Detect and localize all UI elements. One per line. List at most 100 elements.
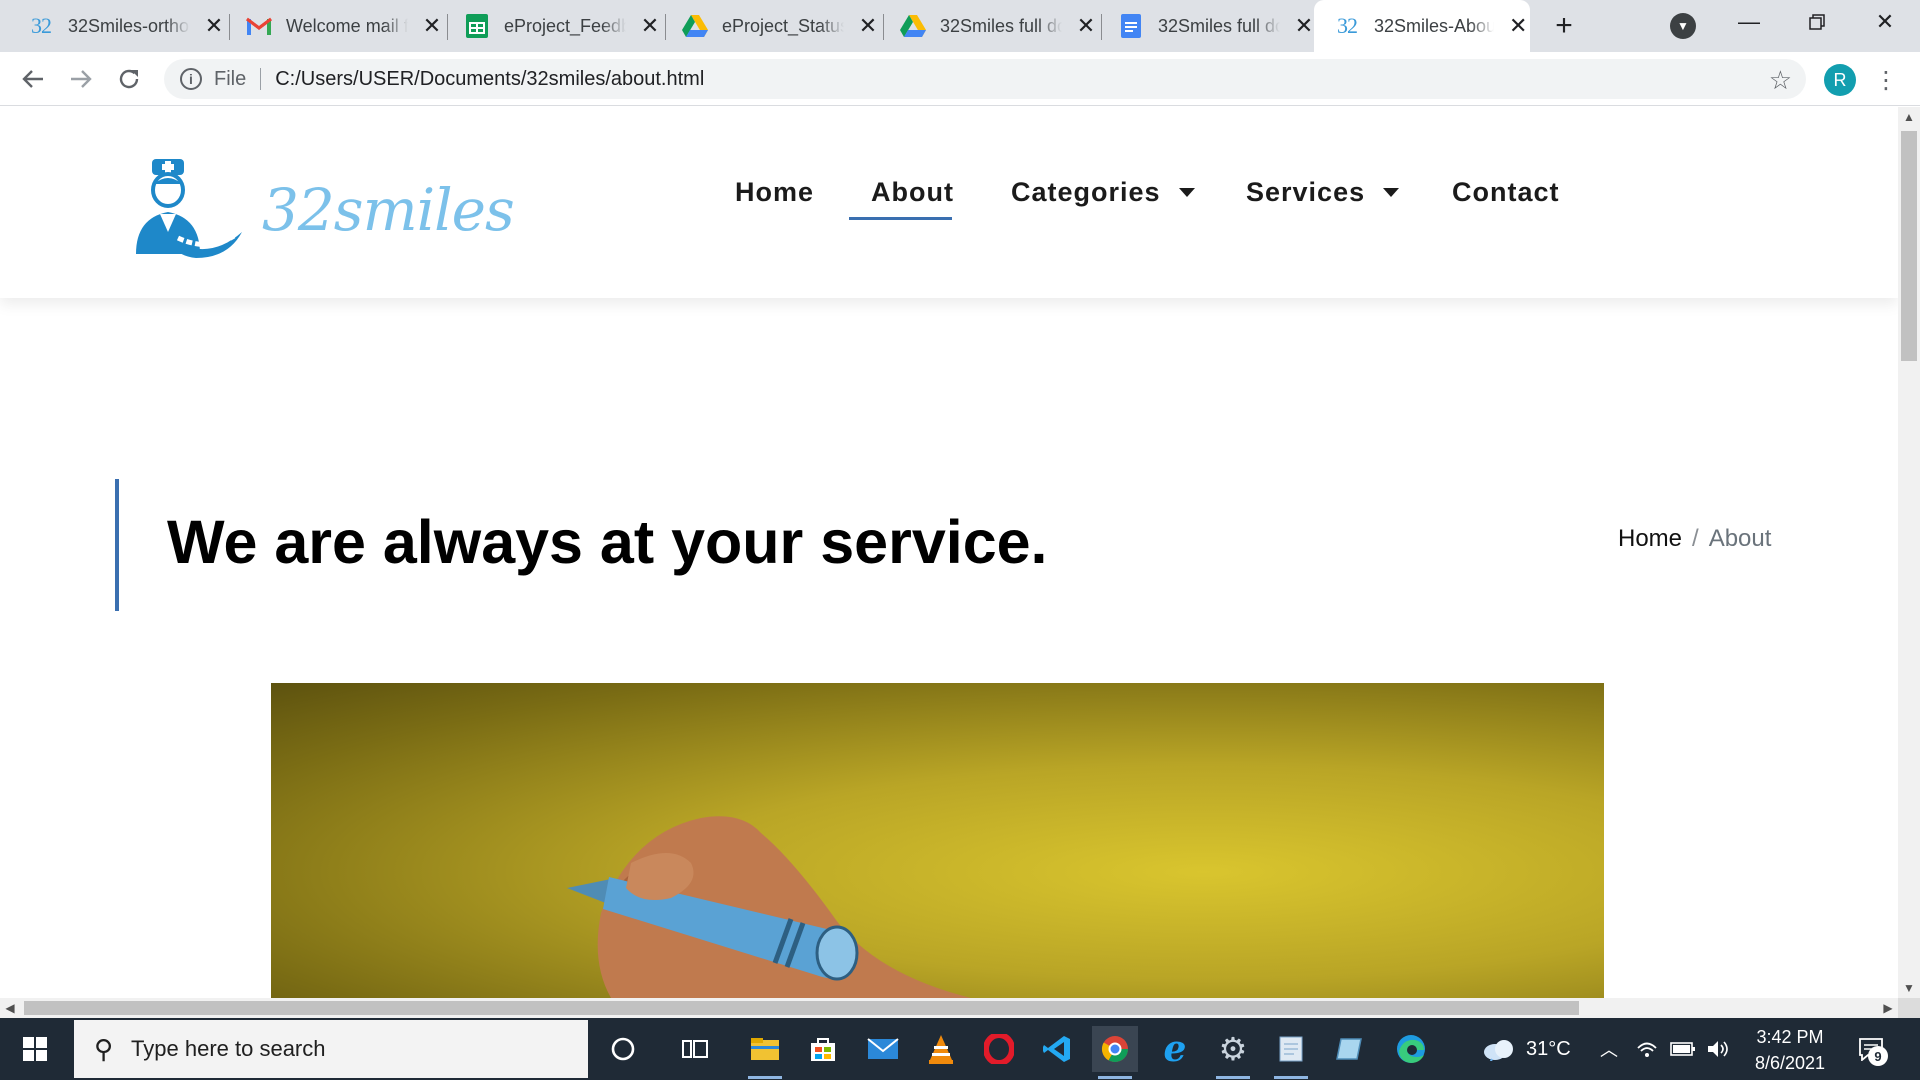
smiles-favicon-icon: 32: [1337, 13, 1358, 38]
vlc-icon[interactable]: [918, 1026, 964, 1072]
horizontal-scrollbar[interactable]: ◀ ▶: [0, 998, 1898, 1018]
breadcrumb-separator: /: [1692, 525, 1699, 552]
docs-icon: [1118, 13, 1144, 39]
scroll-down-arrow-icon[interactable]: ▼: [1898, 978, 1920, 998]
nav-contact[interactable]: Contact: [1452, 177, 1560, 208]
bookmark-star-icon[interactable]: ☆: [1769, 65, 1792, 96]
vertical-scrollbar[interactable]: ▲ ▼: [1898, 107, 1920, 998]
active-nav-indicator: [849, 217, 952, 220]
notepad-icon[interactable]: [1268, 1026, 1314, 1079]
browser-tab-active[interactable]: 32 32Smiles-About ✕: [1314, 0, 1530, 52]
internet-explorer-icon[interactable]: e: [1152, 1026, 1198, 1072]
close-icon[interactable]: ✕: [1506, 13, 1530, 38]
site-logo[interactable]: 32smiles: [130, 154, 515, 264]
search-placeholder: Type here to search: [131, 1036, 326, 1061]
nav-services[interactable]: Services: [1246, 177, 1400, 208]
forward-button[interactable]: [64, 62, 98, 96]
volume-icon[interactable]: [1706, 1018, 1730, 1080]
browser-toolbar: i File C:/Users/USER/Documents/32smiles/…: [0, 52, 1920, 106]
gmail-icon: [246, 13, 272, 39]
windows-taskbar: ⚲ Type here to search e ⚙ 31°C ︿ 3:42 PM…: [0, 1018, 1920, 1080]
mail-icon[interactable]: [860, 1026, 906, 1072]
reload-button[interactable]: [112, 62, 146, 96]
scroll-right-arrow-icon[interactable]: ▶: [1878, 998, 1898, 1018]
tab-title: 32Smiles full doc: [1158, 15, 1280, 36]
notification-count-badge: 9: [1868, 1046, 1888, 1066]
about-video[interactable]: [271, 683, 1604, 998]
site-header: 32smiles Home About Categories Services …: [0, 107, 1898, 298]
page-title: We are always at your service.: [167, 508, 1048, 576]
file-explorer-icon[interactable]: [742, 1026, 788, 1079]
edge-icon[interactable]: [1388, 1026, 1434, 1072]
breadcrumb: Home / About: [1618, 525, 1771, 553]
wifi-icon[interactable]: [1636, 1018, 1658, 1080]
breadcrumb-current: About: [1708, 525, 1772, 552]
browser-tab[interactable]: Welcome mail from ✕: [218, 0, 448, 52]
breadcrumb-home-link[interactable]: Home: [1618, 525, 1682, 552]
weather-widget[interactable]: 31°C: [1482, 1018, 1571, 1080]
back-button[interactable]: [16, 62, 50, 96]
microsoft-store-icon[interactable]: [800, 1026, 846, 1072]
smiles-favicon-icon: 32: [31, 13, 52, 38]
hand-with-crayon-image: [567, 816, 971, 998]
settings-gear-icon[interactable]: ⚙: [1210, 1026, 1256, 1079]
dentist-logo-icon: [136, 159, 242, 258]
nav-categories[interactable]: Categories: [1011, 177, 1195, 208]
drive-icon: [900, 13, 926, 39]
browser-tab[interactable]: 32 32Smiles-orthodontist ✕: [0, 0, 230, 52]
nav-home[interactable]: Home: [735, 177, 814, 208]
action-center-icon[interactable]: 9: [1854, 1032, 1888, 1066]
battery-icon[interactable]: [1670, 1018, 1696, 1080]
chevron-down-icon: [1383, 188, 1400, 197]
close-window-button[interactable]: ✕: [1850, 0, 1920, 44]
taskbar-search-input[interactable]: ⚲ Type here to search: [74, 1020, 588, 1078]
browser-tab[interactable]: eProject_Status ✕: [654, 0, 884, 52]
restore-button[interactable]: [1782, 0, 1852, 44]
nav-about[interactable]: About: [871, 177, 954, 208]
logo-text: 32smiles: [262, 176, 515, 244]
browser-tab[interactable]: 32Smiles full doc ✕: [872, 0, 1102, 52]
horizontal-scroll-thumb[interactable]: [24, 1001, 1579, 1015]
system-clock[interactable]: 3:42 PM 8/6/2021: [1740, 1024, 1840, 1076]
task-view-icon[interactable]: [672, 1026, 718, 1072]
cortana-icon[interactable]: [600, 1026, 646, 1072]
vertical-scroll-thumb[interactable]: [1901, 131, 1917, 361]
opera-icon[interactable]: [976, 1026, 1022, 1072]
page-viewport: 32smiles Home About Categories Services …: [0, 107, 1898, 998]
tab-search-icon[interactable]: ▼: [1670, 13, 1696, 39]
minimize-button[interactable]: —: [1714, 0, 1784, 44]
tab-title: 32Smiles-About: [1374, 15, 1495, 36]
url-text[interactable]: C:/Users/USER/Documents/32smiles/about.h…: [275, 68, 704, 91]
tab-title: eProject_Status: [722, 15, 844, 36]
chrome-icon[interactable]: [1092, 1026, 1138, 1079]
browser-tab[interactable]: eProject_Feedback ✕: [436, 0, 666, 52]
tab-title: eProject_Feedback: [504, 15, 626, 36]
browser-tab[interactable]: 32Smiles full doc ✕: [1090, 0, 1320, 52]
tab-title: 32Smiles-orthodontist: [68, 15, 190, 36]
url-scheme-label: File: [214, 67, 247, 90]
cloud-icon: [1484, 1040, 1513, 1061]
clock-date: 8/6/2021: [1754, 1053, 1826, 1073]
drive-icon: [682, 13, 708, 39]
windows-start-button[interactable]: [0, 1018, 70, 1080]
new-tab-button[interactable]: +: [1548, 9, 1580, 42]
weather-temperature: 31°C: [1526, 1037, 1571, 1060]
chevron-down-icon: [1178, 188, 1195, 197]
close-icon[interactable]: ✕: [1292, 13, 1316, 38]
scroll-left-arrow-icon[interactable]: ◀: [0, 998, 20, 1018]
vscode-icon[interactable]: [1034, 1026, 1080, 1072]
show-hidden-icons-icon[interactable]: ︿: [1600, 1018, 1618, 1080]
profile-avatar[interactable]: R: [1824, 64, 1856, 96]
address-bar[interactable]: i File C:/Users/USER/Documents/32smiles/…: [164, 59, 1806, 99]
notes-app-icon[interactable]: [1326, 1026, 1372, 1072]
windows-logo-icon: [23, 1037, 47, 1061]
site-info-icon[interactable]: i: [180, 68, 202, 90]
browser-menu-icon[interactable]: ⋮: [1874, 64, 1898, 96]
browser-tab-strip: 32 32Smiles-orthodontist ✕ Welcome mail …: [0, 0, 1920, 52]
sheets-icon: [464, 13, 490, 39]
search-icon: ⚲: [94, 1033, 114, 1064]
tab-title: Welcome mail from: [286, 15, 408, 36]
scroll-up-arrow-icon[interactable]: ▲: [1898, 107, 1920, 127]
clock-time: 3:42 PM: [1756, 1027, 1824, 1047]
tab-title: 32Smiles full doc: [940, 15, 1062, 36]
